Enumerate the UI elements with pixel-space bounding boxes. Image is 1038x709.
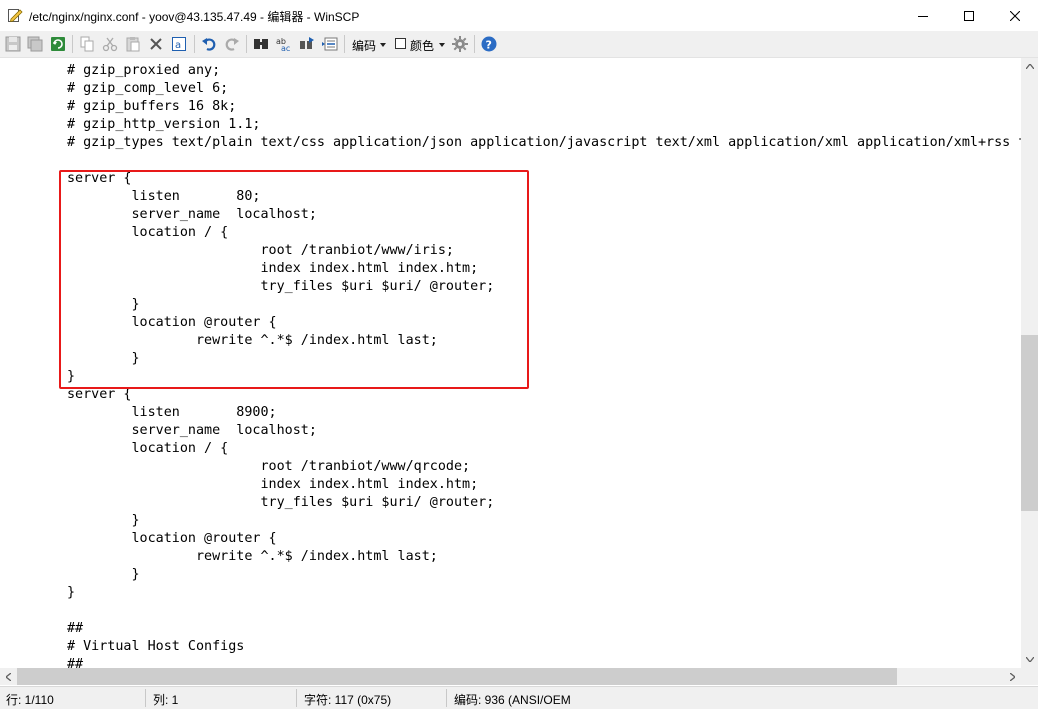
color-dropdown-arrow-icon[interactable] <box>439 43 445 47</box>
find-next-icon <box>300 37 314 49</box>
save-button[interactable] <box>4 35 22 53</box>
find-button[interactable] <box>252 35 270 53</box>
code-line[interactable]: } <box>67 566 1021 584</box>
code-line[interactable]: location / { <box>67 440 1021 458</box>
scroll-left-button[interactable] <box>0 668 17 685</box>
code-line[interactable]: server_name localhost; <box>67 422 1021 440</box>
scroll-corner <box>1021 668 1038 685</box>
chevron-left-icon <box>6 672 11 681</box>
color-dropdown[interactable]: 颜色 <box>410 37 434 54</box>
goto-line-button[interactable] <box>321 35 339 53</box>
code-line[interactable] <box>67 602 1021 620</box>
horizontal-scroll-thumb[interactable] <box>17 668 897 685</box>
code-line[interactable]: index index.html index.htm; <box>67 476 1021 494</box>
title-bar: /etc/nginx/nginx.conf - yoov@43.135.47.4… <box>0 0 1038 31</box>
code-line[interactable]: } <box>67 584 1021 602</box>
encoding-dropdown[interactable]: 编码 <box>352 37 376 54</box>
encoding-dropdown-arrow-icon[interactable] <box>380 43 386 47</box>
delete-button[interactable] <box>147 35 165 53</box>
toolbar: a ab ac 编码 颜色 ? <box>0 31 1038 58</box>
maximize-button[interactable] <box>946 0 992 31</box>
replace-button[interactable]: ab ac <box>275 35 293 53</box>
code-line[interactable]: try_files $uri $uri/ @router; <box>67 494 1021 512</box>
code-line[interactable]: ## <box>67 656 1021 668</box>
find-icon <box>254 39 268 49</box>
text-editor[interactable]: # gzip_proxied any; # gzip_comp_level 6; #… <box>0 58 1021 668</box>
code-line[interactable]: root /tranbiot/www/qrcode; <box>67 458 1021 476</box>
settings-icon <box>452 36 468 52</box>
scroll-up-button[interactable] <box>1021 58 1038 75</box>
goto-line-icon <box>322 37 338 51</box>
redo-button[interactable] <box>223 35 241 53</box>
scroll-right-button[interactable] <box>1004 668 1021 685</box>
select-all-button[interactable]: a <box>170 35 188 53</box>
status-character: 字符: 117 (0x75) <box>304 693 392 707</box>
reload-button[interactable] <box>49 35 67 53</box>
vertical-scrollbar[interactable] <box>1021 58 1038 668</box>
cut-icon <box>102 37 118 52</box>
status-column: 列: 1 <box>153 693 179 707</box>
code-line[interactable]: listen 8900; <box>67 404 1021 422</box>
code-line[interactable]: } <box>67 512 1021 530</box>
copy-icon <box>80 36 94 52</box>
copy-button[interactable] <box>78 35 96 53</box>
maximize-icon <box>964 10 974 21</box>
code-line[interactable]: # gzip_buffers 16 8k; <box>67 98 1021 116</box>
replace-icon: abac <box>276 37 290 52</box>
status-encoding: 编码: 936 (ANSI/OEM <box>454 693 571 707</box>
scroll-down-button[interactable] <box>1021 651 1038 668</box>
status-line: 行: 1/110 <box>6 693 54 707</box>
delete-icon <box>150 38 162 50</box>
help-button[interactable]: ? <box>480 35 498 53</box>
code-line[interactable]: # gzip_proxied any; <box>67 62 1021 80</box>
select-all-icon: a <box>172 37 186 51</box>
minimize-icon <box>918 11 928 21</box>
edit-document-icon <box>7 7 23 23</box>
horizontal-scrollbar[interactable] <box>0 668 1021 685</box>
save-all-icon <box>27 36 43 52</box>
chevron-right-icon <box>1010 672 1015 681</box>
save-icon <box>5 36 21 52</box>
save-all-button[interactable] <box>26 35 44 53</box>
svg-text:ac: ac <box>281 44 290 52</box>
minimize-button[interactable] <box>900 0 946 31</box>
undo-button[interactable] <box>200 35 218 53</box>
highlight-annotation-box <box>59 170 529 389</box>
close-button[interactable] <box>992 0 1038 31</box>
code-line[interactable] <box>67 152 1021 170</box>
find-next-button[interactable] <box>298 35 316 53</box>
help-icon: ? <box>481 36 497 52</box>
svg-text:?: ? <box>486 39 492 52</box>
undo-icon <box>202 38 216 51</box>
paste-button[interactable] <box>124 35 142 53</box>
reload-icon <box>51 37 65 51</box>
chevron-up-icon <box>1025 64 1034 69</box>
close-icon <box>1010 10 1020 21</box>
status-bar: 行: 1/110 列: 1 字符: 117 (0x75) 编码: 936 (AN… <box>0 686 1038 709</box>
svg-text:a: a <box>175 40 181 51</box>
cut-button[interactable] <box>101 35 119 53</box>
paste-icon <box>126 37 140 52</box>
code-line[interactable]: # gzip_comp_level 6; <box>67 80 1021 98</box>
code-line[interactable]: # gzip_types text/plain text/css applica… <box>67 134 1021 152</box>
code-line[interactable]: # Virtual Host Configs <box>67 638 1021 656</box>
code-line[interactable]: rewrite ^.*$ /index.html last; <box>67 548 1021 566</box>
vertical-scroll-thumb[interactable] <box>1021 335 1038 511</box>
redo-icon <box>225 38 239 51</box>
color-checkbox[interactable] <box>395 38 406 49</box>
code-line[interactable]: ## <box>67 620 1021 638</box>
code-line[interactable]: location @router { <box>67 530 1021 548</box>
chevron-down-icon <box>1025 657 1034 662</box>
settings-button[interactable] <box>451 35 469 53</box>
window-title: /etc/nginx/nginx.conf - yoov@43.135.47.4… <box>29 10 360 24</box>
code-line[interactable]: # gzip_http_version 1.1; <box>67 116 1021 134</box>
